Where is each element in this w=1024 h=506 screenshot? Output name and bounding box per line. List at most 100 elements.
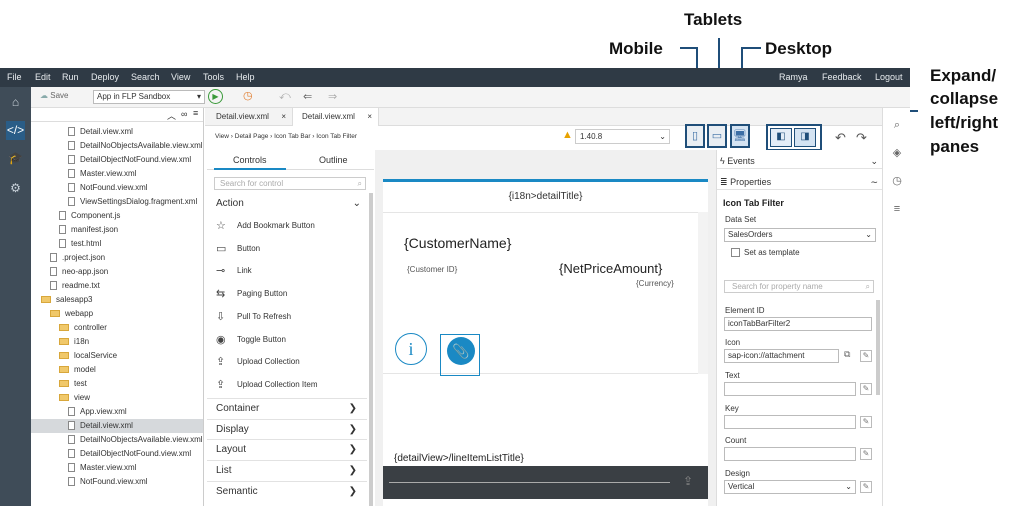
control-item[interactable]: Button <box>237 244 260 253</box>
canvas-scrollbar[interactable] <box>698 212 708 374</box>
tree-row[interactable]: manifest.json <box>31 223 203 237</box>
control-item[interactable]: Toggle Button <box>237 335 286 344</box>
edit-icon[interactable]: ✎ <box>860 383 872 395</box>
share-icon[interactable]: ⇪ <box>683 474 693 488</box>
menu-run[interactable]: Run <box>62 72 79 82</box>
tree-row[interactable]: .project.json <box>31 251 203 265</box>
tree-row[interactable]: salesapp3 <box>31 293 203 307</box>
category-layout[interactable]: Layout ❯ <box>207 439 367 459</box>
menu-help[interactable]: Help <box>236 72 255 82</box>
tab-controls[interactable]: Controls <box>233 155 267 165</box>
edit-icon[interactable]: ✎ <box>860 481 872 493</box>
tree-row[interactable]: webapp <box>31 307 203 321</box>
menu-file[interactable]: File <box>7 72 22 82</box>
tree-row[interactable]: ViewSettingsDialog.fragment.xml <box>31 195 203 209</box>
control-item[interactable]: Upload Collection Item <box>237 380 317 389</box>
learning-icon[interactable]: 🎓 <box>6 149 25 168</box>
link-icon[interactable]: ∞ <box>181 109 187 119</box>
mobile-device-button[interactable]: ▯ <box>685 124 705 148</box>
tree-row[interactable]: DetailObjectNotFound.view.xml <box>31 153 203 167</box>
tree-row[interactable]: test.html <box>31 237 203 251</box>
category-list[interactable]: List ❯ <box>207 460 367 480</box>
set-as-template-checkbox[interactable] <box>731 248 740 257</box>
info-icon[interactable]: i <box>395 333 427 365</box>
tree-row[interactable]: DetailObjectNotFound.view.xml <box>31 447 203 461</box>
slider-track[interactable] <box>389 482 670 483</box>
close-icon[interactable]: × <box>281 108 286 126</box>
text-field[interactable] <box>724 382 856 396</box>
design-select[interactable]: Vertical ⌄ <box>724 480 856 494</box>
editor-tab[interactable]: Detail.view.xml × <box>207 108 293 126</box>
menu-icon[interactable]: ≡ <box>193 108 198 118</box>
dataset-select[interactable]: SalesOrders ⌄ <box>724 228 876 242</box>
element-id-field[interactable]: iconTabBarFilter2 <box>724 317 872 331</box>
icon-field[interactable]: sap-icon://attachment <box>724 349 839 363</box>
category-container[interactable]: Container ❯ <box>207 398 367 418</box>
editor-tab-active[interactable]: Detail.view.xml × <box>293 108 379 126</box>
menu-deploy[interactable]: Deploy <box>91 72 119 82</box>
tree-row[interactable]: Detail.view.xml <box>31 125 203 139</box>
palette-scrollbar[interactable] <box>369 193 373 506</box>
tree-row[interactable]: view <box>31 391 203 405</box>
menu-search[interactable]: Search <box>131 72 160 82</box>
collapse-right-pane-button[interactable]: ◨ <box>794 128 816 147</box>
undo-arrow-icon[interactable]: ⤺ <box>279 90 291 103</box>
save-button[interactable]: ☁ Save <box>40 91 68 100</box>
profiler-icon[interactable]: ◷ <box>243 89 253 102</box>
menu-view[interactable]: View <box>171 72 190 82</box>
properties-scrollbar[interactable] <box>876 300 880 395</box>
tree-row[interactable]: App.view.xml <box>31 405 203 419</box>
user-name[interactable]: Ramya <box>779 72 808 82</box>
run-config-select[interactable]: App in FLP Sandbox ▾ <box>93 90 205 104</box>
menu-edit[interactable]: Edit <box>35 72 51 82</box>
history-icon[interactable]: ◷ <box>890 174 904 188</box>
control-item[interactable]: Add Bookmark Button <box>237 221 315 230</box>
category-semantic[interactable]: Semantic ❯ <box>207 480 367 501</box>
control-item[interactable]: Pull To Refresh <box>237 312 291 321</box>
tree-row[interactable]: Detail.view.xml <box>31 419 203 433</box>
category-display[interactable]: Display ❯ <box>207 418 367 439</box>
tree-row[interactable]: Master.view.xml <box>31 167 203 181</box>
count-field[interactable] <box>724 447 856 461</box>
close-icon[interactable]: × <box>367 108 372 126</box>
control-search-input[interactable]: Search for control ⌕ <box>214 177 366 190</box>
tree-row[interactable]: readme.txt <box>31 279 203 293</box>
tablet-device-button[interactable]: ▭ <box>707 124 727 148</box>
attachment-icon[interactable]: 📎 <box>447 337 475 365</box>
settings-icon[interactable]: ⚙ <box>6 179 25 198</box>
code-icon[interactable]: </> <box>6 121 25 140</box>
properties-section[interactable]: ≣ Properties ∼ <box>717 174 883 190</box>
tree-row[interactable]: model <box>31 363 203 377</box>
tree-row[interactable]: i18n <box>31 335 203 349</box>
tree-row[interactable]: controller <box>31 321 203 335</box>
logout-link[interactable]: Logout <box>875 72 903 82</box>
run-icon[interactable]: ▶ <box>208 89 223 104</box>
tree-row[interactable]: Master.view.xml <box>31 461 203 475</box>
control-item[interactable]: Link <box>237 266 252 275</box>
key-field[interactable] <box>724 415 856 429</box>
tree-row[interactable]: NotFound.view.xml <box>31 475 203 489</box>
tree-row[interactable]: DetailNoObjectsAvailable.view.xml <box>31 433 203 447</box>
tree-row[interactable]: neo-app.json <box>31 265 203 279</box>
undo-icon[interactable]: ↶ <box>835 130 846 146</box>
tree-row[interactable]: localService <box>31 349 203 363</box>
tree-row[interactable]: DetailNoObjectsAvailable.view.xml <box>31 139 203 153</box>
tree-row[interactable]: Component.js <box>31 209 203 223</box>
property-search-input[interactable]: Search for property name ⌕ <box>724 280 874 293</box>
action-category[interactable]: Action ⌄ <box>207 195 367 212</box>
outline-icon[interactable]: ≡ <box>890 202 904 216</box>
back-arrow-icon[interactable]: ⇐ <box>303 90 312 103</box>
collapse-left-pane-button[interactable]: ◧ <box>770 128 792 147</box>
menu-tools[interactable]: Tools <box>203 72 224 82</box>
icon-picker-icon[interactable]: ⧉ <box>844 349 850 360</box>
tab-outline[interactable]: Outline <box>319 155 348 165</box>
forward-arrow-icon[interactable]: ⇒ <box>328 90 337 103</box>
redo-icon[interactable]: ↷ <box>856 130 867 146</box>
home-icon[interactable]: ⌂ <box>6 93 25 112</box>
control-item[interactable]: Upload Collection <box>237 357 300 366</box>
edit-icon[interactable]: ✎ <box>860 416 872 428</box>
desktop-device-button[interactable]: 🖥 <box>730 124 750 148</box>
version-select[interactable]: 1.40.8 ⌄ <box>575 129 670 144</box>
collapse-up-icon[interactable]: ︿ <box>167 109 176 122</box>
edit-icon[interactable]: ✎ <box>860 350 872 362</box>
